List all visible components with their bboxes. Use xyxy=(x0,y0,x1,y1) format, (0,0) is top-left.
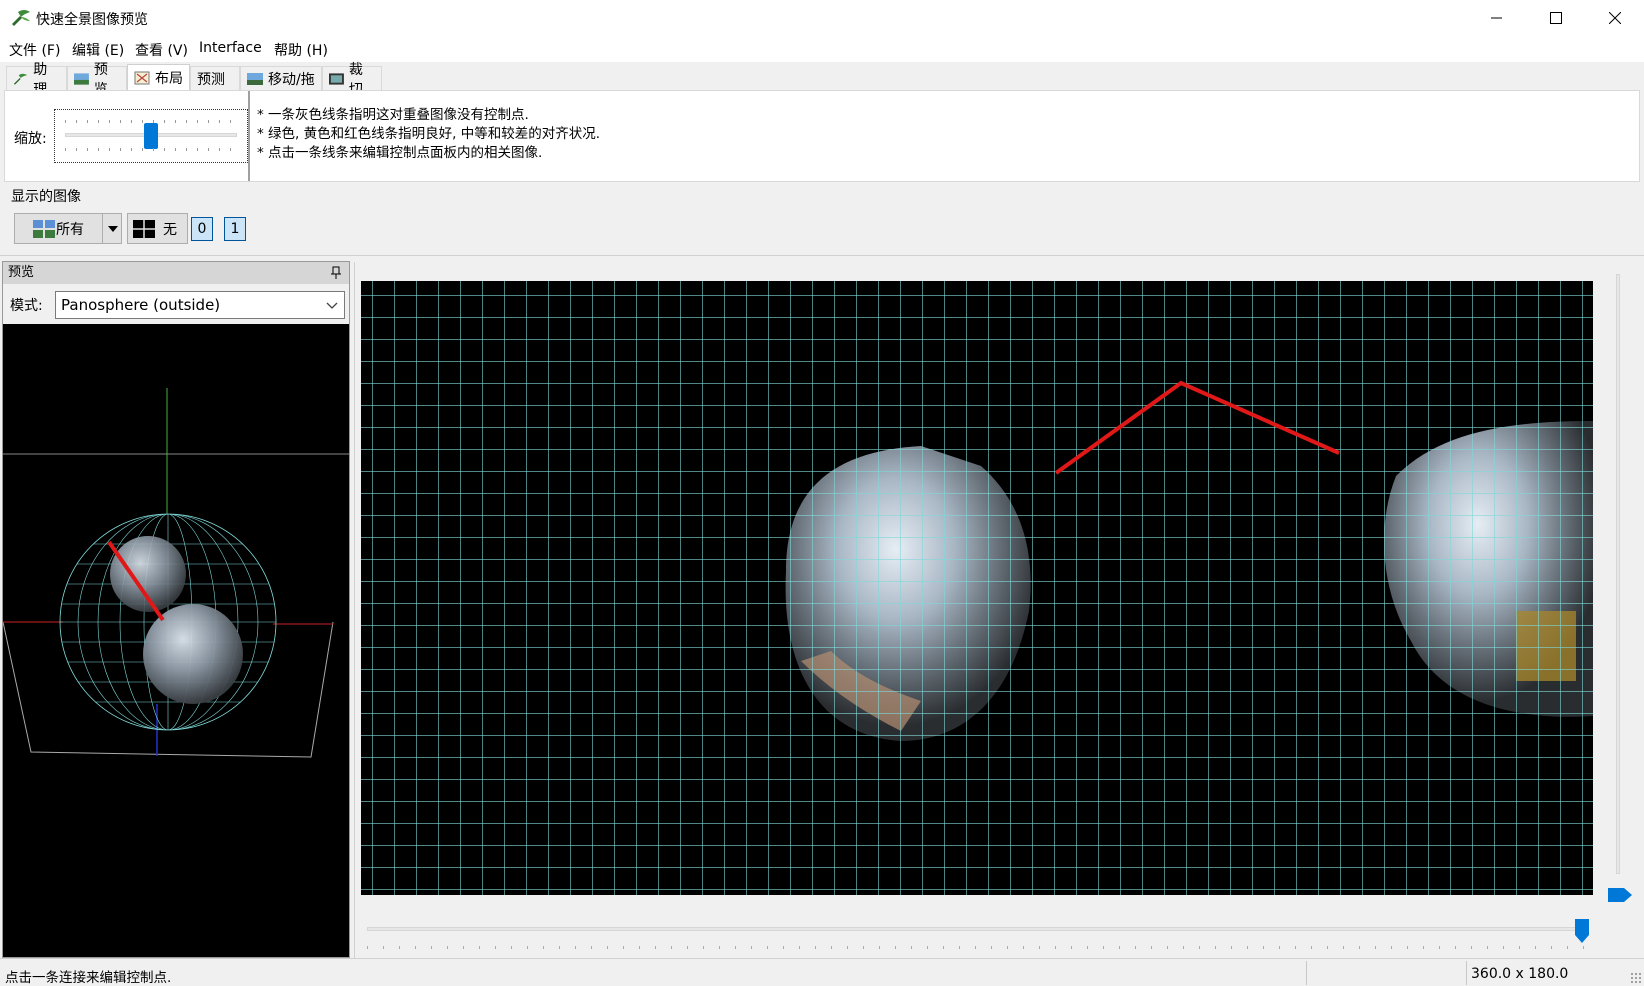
mode-select[interactable]: Panosphere (outside) xyxy=(55,291,345,319)
status-message: 点击一条连接来编辑控制点. xyxy=(5,970,172,986)
show-all-dropdown[interactable] xyxy=(102,213,122,244)
tab-label: 布局 xyxy=(155,71,183,87)
status-bar: 点击一条连接来编辑控制点. 360.0 x 180.0 xyxy=(0,958,1644,986)
layout-options-panel: 缩放: * 一条灰色线条指明这对重叠图像没有控制点. * 绿色, 黄色和红色线条… xyxy=(4,90,1640,182)
vertical-scale-track[interactable] xyxy=(1616,274,1620,874)
menu-help[interactable]: 帮助 (H) xyxy=(274,40,328,60)
close-icon xyxy=(1609,12,1621,24)
layout-icon xyxy=(134,71,150,85)
close-button[interactable] xyxy=(1586,0,1644,36)
panosphere-view[interactable] xyxy=(3,324,349,957)
menu-bar: 文件 (F) 编辑 (E) 查看 (V) Interface 帮助 (H) xyxy=(0,36,1644,62)
menu-edit[interactable]: 编辑 (E) xyxy=(72,40,124,60)
slider-thumb[interactable] xyxy=(144,123,158,149)
hint-line: * 绿色, 黄色和红色线条指明良好, 中等和较差的对齐状况. xyxy=(257,126,600,142)
menu-view[interactable]: 查看 (V) xyxy=(135,40,188,60)
maximize-button[interactable] xyxy=(1527,0,1585,36)
move-drag-icon xyxy=(247,72,263,85)
tab-preview[interactable]: 预览 xyxy=(67,62,127,98)
title-bar: 快速全景图像预览 xyxy=(0,0,1644,36)
tab-predict[interactable]: 预测 xyxy=(190,66,240,90)
mode-label: 模式: xyxy=(10,298,43,314)
vertical-scale-thumb[interactable] xyxy=(1608,888,1632,902)
slider-ticks xyxy=(367,946,1587,949)
preview-pane-header: 预览 xyxy=(3,262,349,284)
layout-area xyxy=(354,262,1644,958)
resize-grip[interactable] xyxy=(1630,972,1642,984)
mode-row: 模式: Panosphere (outside) xyxy=(3,284,349,324)
show-none-label: 无 xyxy=(163,221,177,238)
tab-bar: 助理 预览 布局 预测 移动/拖 裁切 xyxy=(0,62,1644,98)
minimize-button[interactable] xyxy=(1468,0,1526,36)
status-separator xyxy=(1306,961,1307,985)
separator xyxy=(0,255,1644,256)
tab-label: 移动/拖 xyxy=(268,71,315,88)
layout-graph xyxy=(361,281,1593,895)
show-all-label: 所有 xyxy=(56,221,84,238)
zoom-slider[interactable] xyxy=(54,109,248,163)
layout-canvas[interactable] xyxy=(361,281,1593,895)
horizontal-scale-thumb[interactable] xyxy=(1575,919,1589,943)
tab-assistant[interactable]: 助理 xyxy=(6,62,67,98)
image-toggle-1[interactable]: 1 xyxy=(224,217,246,241)
preview-pane-title: 预览 xyxy=(8,265,35,280)
panel-divider[interactable] xyxy=(248,91,250,181)
slider-ticks xyxy=(65,148,237,151)
image-bubble xyxy=(143,604,243,704)
crop-icon xyxy=(329,72,344,85)
wand-icon xyxy=(13,73,28,85)
pin-icon[interactable] xyxy=(331,266,341,280)
tab-move-drag[interactable]: 移动/拖 xyxy=(240,66,322,90)
menu-interface[interactable]: Interface xyxy=(199,40,262,56)
tab-layout[interactable]: 布局 xyxy=(127,64,190,91)
tab-label: 预测 xyxy=(197,71,225,88)
preview-pane: 预览 模式: Panosphere (outside) xyxy=(2,261,350,958)
maximize-icon xyxy=(1550,12,1562,24)
horizontal-scale-track[interactable] xyxy=(367,927,1587,931)
image-toggle-0[interactable]: 0 xyxy=(191,217,213,241)
no-images-icon xyxy=(133,219,155,238)
dropdown-arrow-icon xyxy=(107,225,118,232)
zoom-label: 缩放: xyxy=(14,131,47,147)
status-dimensions: 360.0 x 180.0 xyxy=(1471,966,1569,982)
status-separator xyxy=(1466,961,1467,985)
chevron-down-icon xyxy=(326,302,338,309)
landscape-icon xyxy=(74,72,89,85)
mode-select-value: Panosphere (outside) xyxy=(61,296,221,314)
menu-file[interactable]: 文件 (F) xyxy=(9,40,60,60)
hint-line: * 一条灰色线条指明这对重叠图像没有控制点. xyxy=(257,107,529,123)
tab-crop[interactable]: 裁切 xyxy=(322,62,382,98)
all-images-icon xyxy=(33,219,55,238)
show-none-button[interactable]: 无 xyxy=(127,213,188,244)
minimize-icon xyxy=(1491,17,1502,19)
displayed-images-label: 显示的图像 xyxy=(11,189,81,205)
app-window: 快速全景图像预览 文件 (F) 编辑 (E) 查看 (V) Interface … xyxy=(0,0,1644,986)
app-icon xyxy=(12,10,30,26)
window-title: 快速全景图像预览 xyxy=(36,12,148,28)
hint-line: * 点击一条线条来编辑控制点面板内的相关图像. xyxy=(257,145,543,161)
